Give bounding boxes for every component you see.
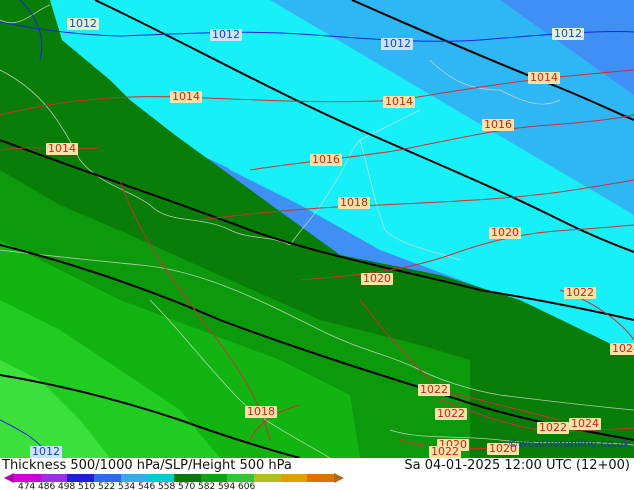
credit-text[interactable]: ©weatheronline.co.uk [508, 437, 630, 450]
isobar-label: 1022 [429, 445, 461, 458]
isobar-label: 1014 [383, 95, 415, 108]
scale-swatch [120, 474, 148, 482]
map-title: Thickness 500/1000 hPa/SLP/Height 500 hP… [2, 458, 292, 473]
isobar-label: 1014 [170, 90, 202, 103]
isobar-label: 1022 [418, 383, 450, 396]
isobar-label: 1016 [310, 153, 342, 166]
isobar-label: 1020 [361, 272, 393, 285]
scale-swatch [254, 474, 281, 482]
map-viewer: 1012 1012 1012 1012 1014 1014 1014 1014 … [0, 0, 634, 490]
scale-value: 570 [178, 482, 196, 490]
scale-value: 582 [198, 482, 216, 490]
scale-swatch [40, 474, 68, 482]
scale-value: 546 [138, 482, 156, 490]
scale-swatch [280, 474, 308, 482]
isobar-label: 1012 [210, 28, 242, 41]
isobar-label: 1018 [245, 405, 277, 418]
scale-value: 558 [158, 482, 176, 490]
weather-map [0, 0, 634, 458]
scale-value: 486 [38, 482, 56, 490]
isobar-label: 1012 [67, 17, 99, 30]
isobar-label: 1012 [381, 37, 413, 50]
isobar-label: 1022 [435, 407, 467, 420]
isobar-label: 1014 [46, 142, 78, 155]
scale-swatch [174, 474, 201, 482]
scale-value: 594 [218, 482, 236, 490]
scale-value: 522 [98, 482, 116, 490]
isobar-label: 1020 [489, 226, 521, 239]
scale-swatch [14, 474, 41, 482]
valid-time: Sa 04-01-2025 12:00 UTC (12+00) [404, 458, 630, 473]
scale-swatch [200, 474, 228, 482]
isobar-label: 1022 [564, 286, 596, 299]
isobar-label: 1024 [569, 417, 601, 430]
isobar-label: 1012 [30, 445, 62, 458]
scale-value: 534 [118, 482, 136, 490]
scale-labels: 474 486 498 510 522 534 546 558 570 582 594 606 [18, 482, 258, 490]
isobar-label: 1012 [552, 27, 584, 40]
scale-swatch [227, 474, 255, 482]
isobar-label: 1018 [338, 196, 370, 209]
scale-arrow-right-icon [334, 473, 344, 483]
scale-swatch [67, 474, 95, 482]
isobar-label: 1022 [537, 421, 569, 434]
scale-value: 510 [78, 482, 96, 490]
scale-swatch [147, 474, 175, 482]
scale-swatch [307, 474, 335, 482]
isobar-label: 1016 [482, 118, 514, 131]
scale-value: 498 [58, 482, 76, 490]
scale-arrow-left-icon [4, 473, 14, 483]
scale-value: 606 [238, 482, 256, 490]
color-scale [14, 474, 335, 482]
scale-value: 474 [18, 482, 36, 490]
map-footer: ©weatheronline.co.uk Thickness 500/1000 … [0, 437, 634, 490]
scale-swatch [94, 474, 121, 482]
isobar-label: 1014 [528, 71, 560, 84]
isobar-label: 1024 [610, 343, 634, 355]
